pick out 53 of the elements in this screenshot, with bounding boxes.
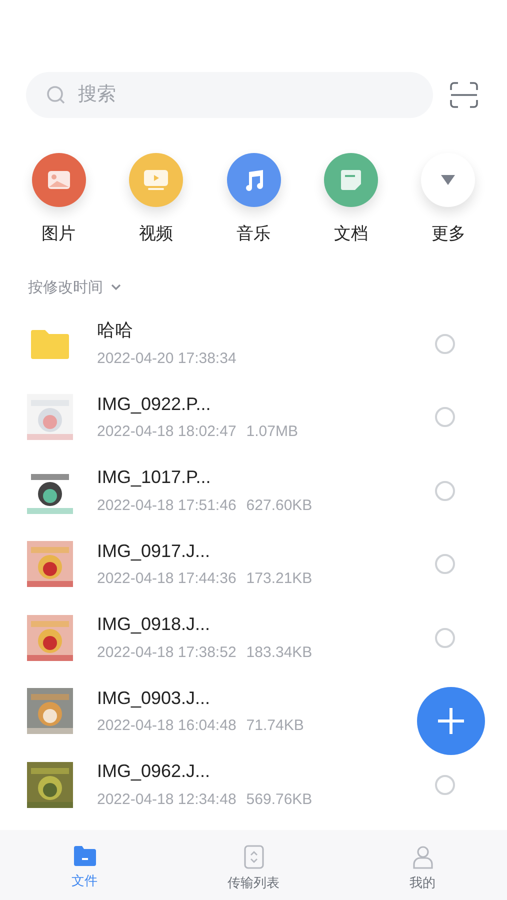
scan-icon: [450, 82, 478, 108]
file-row[interactable]: IMG_0918.J... 2022-04-18 17:38:52 183.34KB: [0, 601, 507, 674]
select-radio[interactable]: [435, 554, 455, 574]
file-date: 2022-04-18 12:34:48: [97, 790, 236, 810]
file-name: IMG_0918.J...: [97, 613, 212, 636]
category-button[interactable]: 视频: [107, 153, 205, 246]
document-icon: [340, 169, 362, 191]
image-icon: [46, 170, 71, 190]
category-button[interactable]: 更多: [400, 153, 498, 246]
file-date: 2022-04-20 17:38:34: [97, 350, 236, 368]
select-radio[interactable]: [435, 480, 455, 501]
chevron-down-icon: [111, 284, 121, 292]
transfer-icon: [244, 845, 264, 869]
file-size: 183.34KB: [246, 644, 312, 662]
search-icon: [46, 85, 66, 105]
file-date: 2022-04-18 17:51:46: [97, 496, 236, 516]
select-radio[interactable]: [435, 774, 455, 795]
person-icon: [412, 845, 434, 869]
scan-button[interactable]: [449, 80, 479, 110]
file-date: 2022-04-18 16:04:48: [97, 717, 236, 736]
file-size: 1.07MB: [246, 423, 298, 442]
file-name: IMG_0917.J...: [97, 540, 212, 562]
tab[interactable]: 我的: [372, 845, 472, 892]
file-row[interactable]: IMG_0962.J... 2022-04-18 12:34:48 569.76KB: [0, 748, 507, 822]
select-radio[interactable]: [435, 407, 455, 428]
file-name: IMG_0962.J...: [97, 760, 212, 783]
folder-icon: [72, 845, 96, 867]
file-size: 569.76KB: [246, 790, 312, 810]
file-name: IMG_0922.P...: [97, 392, 212, 416]
file-row[interactable]: IMG_0917.J... 2022-04-18 17:44:36 173.21KB: [0, 528, 507, 601]
category-button[interactable]: 音乐: [204, 153, 302, 246]
file-size: 627.60KB: [246, 496, 312, 516]
category-button[interactable]: 图片: [10, 153, 108, 246]
file-size: 71.74KB: [246, 717, 304, 736]
file-date: 2022-04-18 18:02:47: [97, 423, 236, 442]
plus-icon: [437, 707, 465, 735]
file-name: IMG_0903.J...: [97, 686, 212, 710]
file-date: 2022-04-18 17:44:36: [97, 570, 236, 589]
monitor-icon: [143, 169, 170, 191]
select-radio[interactable]: [435, 334, 455, 354]
category-button[interactable]: 文档: [302, 153, 400, 246]
file-name: IMG_1017.P...: [97, 466, 212, 489]
tab[interactable]: 传输列表: [204, 845, 304, 892]
file-date: 2022-04-18 17:38:52: [97, 644, 236, 662]
select-radio[interactable]: [435, 628, 455, 648]
search-field[interactable]: 搜索: [26, 72, 433, 118]
dropdown-triangle-icon: [440, 174, 456, 186]
file-row[interactable]: IMG_1017.P... 2022-04-18 17:51:46 627.60KB: [0, 454, 507, 528]
file-row[interactable]: IMG_0903.J... 2022-04-18 16:04:48 71.74KB: [0, 674, 507, 748]
file-row[interactable]: 哈哈 2022-04-20 17:38:34: [0, 307, 507, 380]
file-size: 173.21KB: [246, 570, 312, 589]
file-row[interactable]: IMG_0922.P... 2022-04-18 18:02:47 1.07MB: [0, 380, 507, 454]
file-name: 哈哈: [97, 319, 134, 342]
